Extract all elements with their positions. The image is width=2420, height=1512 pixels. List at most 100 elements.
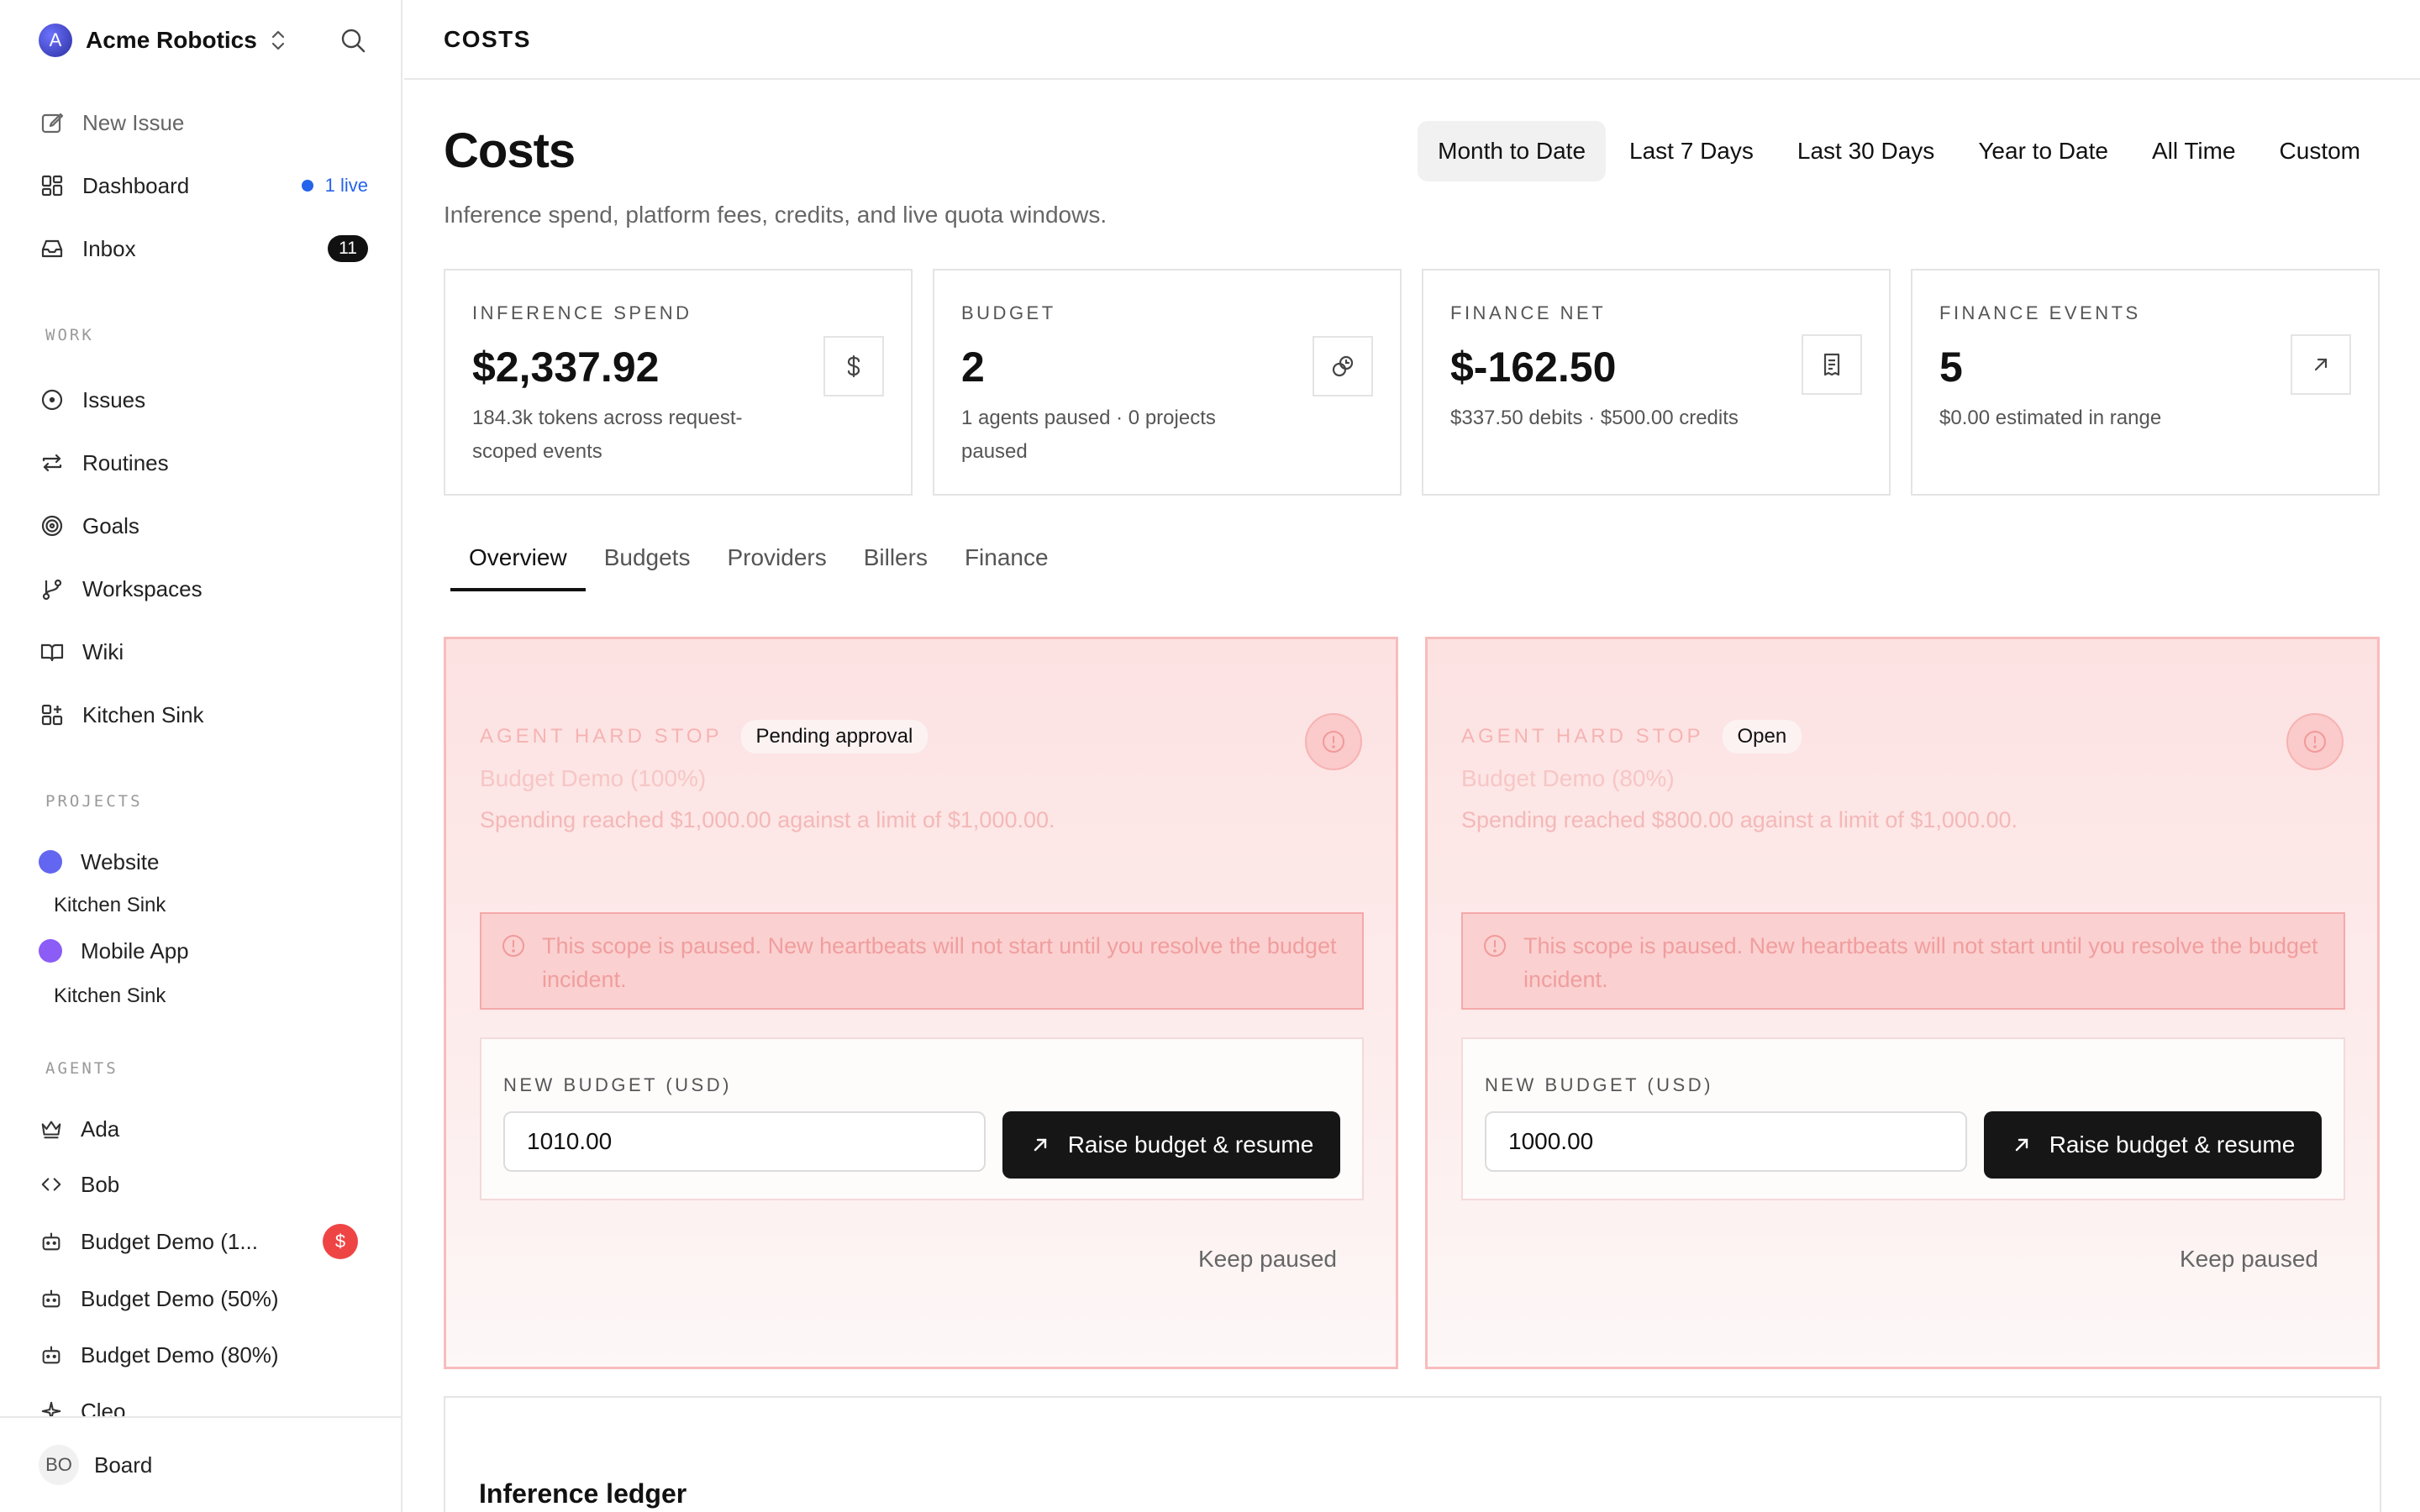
- paused-notice: This scope is paused. New heartbeats wil…: [1461, 912, 2345, 1010]
- tab-finance[interactable]: Finance: [946, 544, 1067, 588]
- budget-incident-card: AGENT HARD STOP Open Budget Demo (80%) S…: [1425, 637, 2380, 1369]
- sidebar-item-project-website[interactable]: Website: [39, 845, 159, 879]
- project-sub-item[interactable]: Kitchen Sink: [54, 894, 166, 917]
- range-tab-last-7-days[interactable]: Last 7 Days: [1609, 121, 1774, 181]
- stat-value: $-162.50: [1450, 344, 1617, 391]
- agent-name: Bob: [81, 1171, 120, 1197]
- range-tab-last-30-days[interactable]: Last 30 Days: [1777, 121, 1954, 181]
- agent-name: Budget Demo (80%): [81, 1341, 279, 1368]
- search-icon[interactable]: [338, 25, 368, 55]
- sidebar-footer-user[interactable]: BO Board: [0, 1416, 401, 1512]
- page-title: Costs: [444, 123, 576, 178]
- stat-note: 1 agents paused · 0 projects paused: [961, 407, 1216, 463]
- kitchen-sink-label: Kitchen Sink: [82, 701, 204, 727]
- routines-label: Routines: [82, 449, 169, 475]
- tab-budgets[interactable]: Budgets: [586, 544, 709, 588]
- stat-card-inference-spend: INFERENCE SPEND $2,337.92 184.3k tokens …: [444, 269, 913, 496]
- range-tab-year-to-date[interactable]: Year to Date: [1958, 121, 2128, 181]
- book-icon: [39, 638, 66, 665]
- new-budget-input[interactable]: [503, 1111, 986, 1172]
- avatar: BO: [39, 1445, 79, 1485]
- alert-circle-icon: [1305, 713, 1362, 770]
- incident-status-badge: Pending approval: [740, 720, 929, 753]
- ledger-title: Inference ledger: [479, 1478, 687, 1509]
- issues-label: Issues: [82, 386, 146, 412]
- robot-icon: [39, 1286, 64, 1311]
- range-tab-all-time[interactable]: All Time: [2132, 121, 2256, 181]
- stat-label: FINANCE NET: [1450, 302, 1607, 323]
- agent-name: Budget Demo (50%): [81, 1285, 279, 1311]
- sidebar-item-issues[interactable]: Issues: [39, 380, 368, 420]
- code-icon: [39, 1172, 64, 1197]
- incident-description: Spending reached $800.00 against a limit…: [1461, 807, 2018, 832]
- sidebar-item-goals[interactable]: Goals: [39, 506, 368, 546]
- workspace-switcher[interactable]: A Acme Robotics: [39, 22, 368, 59]
- sidebar-item-agent-budget-demo-80[interactable]: Budget Demo (80%): [39, 1336, 358, 1374]
- cost-section-tabs: Overview Budgets Providers Billers Finan…: [450, 544, 1067, 591]
- stat-label: FINANCE EVENTS: [1939, 302, 2141, 323]
- workspace-logo: A: [39, 24, 72, 57]
- raise-budget-button[interactable]: Raise budget & resume: [1984, 1111, 2322, 1179]
- stat-note: 184.3k tokens across request-scoped even…: [472, 407, 743, 463]
- circle-dot-icon: [39, 386, 66, 413]
- incident-description: Spending reached $1,000.00 against a lim…: [480, 807, 1055, 832]
- budget-incident-card: AGENT HARD STOP Pending approval Budget …: [444, 637, 1398, 1369]
- new-budget-label: NEW BUDGET (USD): [503, 1074, 732, 1095]
- project-sub-item[interactable]: Kitchen Sink: [54, 984, 166, 1008]
- section-label-projects: PROJECTS: [45, 792, 143, 811]
- new-budget-input[interactable]: [1485, 1111, 1967, 1172]
- paused-notice-text: This scope is paused. New heartbeats wil…: [1523, 933, 2318, 992]
- pencil-square-icon: [39, 109, 66, 136]
- sidebar-item-inbox[interactable]: Inbox 11: [39, 228, 368, 269]
- project-color-dot: [39, 850, 62, 874]
- sidebar: A Acme Robotics New Issue Dashboard 1 li…: [0, 0, 402, 1512]
- tab-billers[interactable]: Billers: [845, 544, 946, 588]
- new-budget-form: NEW BUDGET (USD) Raise budget & resume: [480, 1037, 1364, 1200]
- new-budget-form: NEW BUDGET (USD) Raise budget & resume: [1461, 1037, 2345, 1200]
- sidebar-item-agent-bob[interactable]: Bob: [39, 1165, 358, 1204]
- sidebar-item-workspaces[interactable]: Workspaces: [39, 569, 368, 609]
- project-color-dot: [39, 939, 62, 963]
- incident-kicker: AGENT HARD STOP Open: [1461, 720, 1802, 753]
- incident-status-badge: Open: [1722, 720, 1802, 753]
- new-issue-button[interactable]: New Issue: [39, 102, 368, 143]
- section-label-agents: AGENTS: [45, 1059, 118, 1078]
- top-bar: COSTS: [404, 0, 2420, 80]
- sidebar-item-wiki[interactable]: Wiki: [39, 632, 368, 672]
- robot-icon: [39, 1342, 64, 1368]
- new-budget-label: NEW BUDGET (USD): [1485, 1074, 1713, 1095]
- repeat-icon: [39, 449, 66, 476]
- stat-value: 5: [1939, 344, 1963, 391]
- sidebar-item-kitchen-sink[interactable]: Kitchen Sink: [39, 695, 368, 735]
- tab-overview[interactable]: Overview: [450, 544, 586, 591]
- sidebar-item-dashboard[interactable]: Dashboard 1 live: [39, 165, 368, 206]
- workspace-name: Acme Robotics: [86, 27, 257, 53]
- range-tab-month-to-date[interactable]: Month to Date: [1418, 121, 1607, 181]
- sidebar-item-agent-budget-demo-50[interactable]: Budget Demo (50%): [39, 1279, 358, 1318]
- sidebar-item-routines[interactable]: Routines: [39, 443, 368, 483]
- inference-ledger-panel: Inference ledger: [444, 1396, 2381, 1512]
- dashboard-label: Dashboard: [82, 172, 190, 198]
- raise-budget-label: Raise budget & resume: [1067, 1131, 1314, 1158]
- raise-budget-button[interactable]: Raise budget & resume: [1002, 1111, 1340, 1179]
- tab-providers[interactable]: Providers: [708, 544, 844, 588]
- git-branch-icon: [39, 575, 66, 602]
- sidebar-item-agent-budget-demo-100[interactable]: Budget Demo (1... $: [39, 1222, 358, 1261]
- wiki-label: Wiki: [82, 638, 124, 664]
- incident-kicker: AGENT HARD STOP Pending approval: [480, 720, 929, 753]
- range-tab-custom[interactable]: Custom: [2260, 121, 2381, 181]
- keep-paused-button[interactable]: Keep paused: [1198, 1246, 1337, 1273]
- goals-label: Goals: [82, 512, 139, 538]
- agent-name: Ada: [81, 1116, 120, 1142]
- page-subtitle: Inference spend, platform fees, credits,…: [444, 202, 1107, 228]
- workspaces-label: Workspaces: [82, 575, 203, 601]
- inbox-label: Inbox: [82, 235, 136, 261]
- stat-label: INFERENCE SPEND: [472, 302, 692, 323]
- budget-alert-badge: $: [323, 1224, 358, 1259]
- paused-notice-text: This scope is paused. New heartbeats wil…: [542, 933, 1337, 992]
- dollar-icon: [823, 336, 884, 396]
- keep-paused-button[interactable]: Keep paused: [2180, 1246, 2318, 1273]
- stat-value: $2,337.92: [472, 344, 660, 391]
- sidebar-item-agent-ada[interactable]: Ada: [39, 1110, 358, 1148]
- sidebar-item-project-mobile-app[interactable]: Mobile App: [39, 934, 189, 968]
